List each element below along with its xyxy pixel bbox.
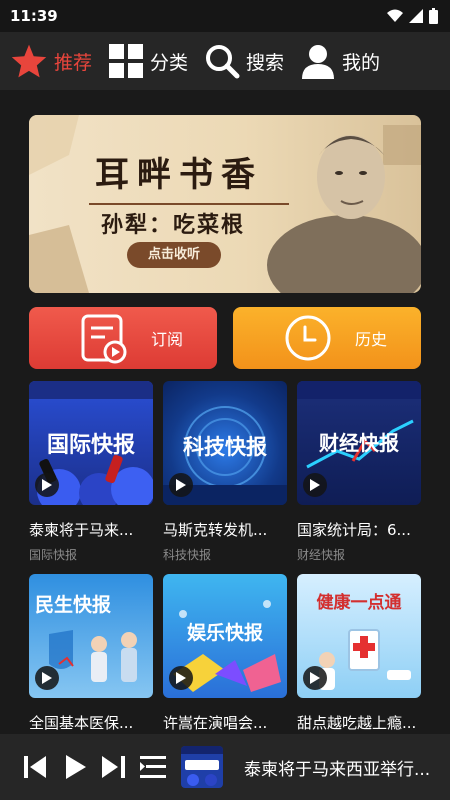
top-nav: 推荐 分类 搜索 我的 (0, 32, 450, 90)
program-title: 甜点越吃越上瘾... (297, 714, 417, 732)
program-category: 国际快报 (29, 548, 78, 562)
cover-title: 科技快报 (183, 435, 267, 459)
play-icon[interactable] (64, 755, 86, 779)
cover-title: 民生快报 (35, 594, 112, 616)
nav-mine[interactable]: 我的 (300, 43, 380, 79)
program-title: 泰柬将于马来... (29, 521, 134, 539)
nav-category-label: 分类 (150, 51, 189, 74)
play-icon[interactable] (303, 473, 327, 497)
program-category: 财经快报 (297, 548, 346, 562)
playlist-icon[interactable] (140, 756, 166, 778)
subscribe-label: 订阅 (151, 330, 184, 349)
cover-title: 健康一点通 (316, 593, 402, 613)
user-icon (302, 45, 335, 79)
program-cover: 科技快报 (163, 381, 287, 505)
battery-icon (429, 8, 438, 24)
cover-title: 娱乐快报 (186, 622, 263, 644)
play-icon[interactable] (169, 473, 193, 497)
wifi-icon (387, 9, 403, 22)
program-title: 许嵩在演唱会... (163, 714, 268, 732)
program-card[interactable]: 财经快报 国家统计局：6... 财经快报 (297, 381, 421, 563)
banner[interactable]: 耳畔书香 孙犁：吃菜根 点击收听 (29, 115, 421, 293)
banner-divider (89, 203, 289, 205)
search-icon (206, 45, 240, 79)
previous-icon[interactable] (24, 756, 48, 778)
play-icon[interactable] (303, 666, 327, 690)
program-card[interactable]: 民生快报 全国基本医保... (29, 574, 153, 733)
nav-category[interactable]: 分类 (108, 43, 188, 79)
status-bar: 11:39 (0, 0, 450, 32)
program-cover: 健康一点通 (297, 574, 421, 698)
play-icon[interactable] (169, 666, 193, 690)
play-icon[interactable] (35, 666, 59, 690)
program-title: 马斯克转发机... (163, 521, 268, 539)
now-playing-cover[interactable] (181, 746, 223, 788)
nav-search[interactable]: 搜索 (204, 43, 284, 79)
clock-icon (285, 315, 331, 361)
nav-mine-label: 我的 (342, 51, 381, 74)
now-playing-title[interactable]: 泰柬将于马来西亚举行... (244, 755, 440, 780)
history-button[interactable]: 历史 (233, 307, 421, 369)
program-title: 全国基本医保... (29, 714, 134, 732)
star-icon (11, 44, 47, 78)
program-card[interactable]: 娱乐快报 许嵩在演唱会... (163, 574, 287, 733)
program-card[interactable]: 健康一点通 甜点越吃越上瘾... (297, 574, 421, 733)
program-cover: 国际快报 (29, 381, 153, 505)
program-card[interactable]: 国际快报 泰柬将于马来... 国际快报 (29, 381, 153, 563)
banner-title: 耳畔书香 (95, 155, 263, 195)
mini-player: 泰柬将于马来西亚举行... (0, 734, 450, 800)
next-icon[interactable] (102, 756, 126, 778)
status-time: 11:39 (10, 7, 58, 25)
nav-recommend[interactable]: 推荐 (10, 43, 92, 79)
subscribe-button[interactable]: 订阅 (29, 307, 217, 369)
banner-listen-button[interactable]: 点击收听 (127, 242, 221, 268)
program-category: 科技快报 (163, 548, 212, 562)
program-cover: 娱乐快报 (163, 574, 287, 698)
cover-title: 国际快报 (46, 433, 135, 458)
nav-search-label: 搜索 (246, 51, 285, 74)
program-card[interactable]: 科技快报 马斯克转发机... 科技快报 (163, 381, 287, 563)
cover-title: 财经快报 (319, 431, 399, 455)
now-playing-art (181, 746, 223, 786)
play-icon[interactable] (35, 473, 59, 497)
history-label: 历史 (355, 330, 388, 349)
program-title: 国家统计局：6... (297, 521, 411, 539)
program-cover: 民生快报 (29, 574, 153, 698)
status-icons (387, 8, 438, 24)
nav-recommend-label: 推荐 (54, 51, 93, 74)
grid-icon (109, 44, 144, 78)
subscribe-icon (81, 314, 127, 364)
program-cover: 财经快报 (297, 381, 421, 505)
banner-subtitle: 孙犁：吃菜根 (101, 212, 246, 238)
signal-icon (409, 9, 423, 23)
